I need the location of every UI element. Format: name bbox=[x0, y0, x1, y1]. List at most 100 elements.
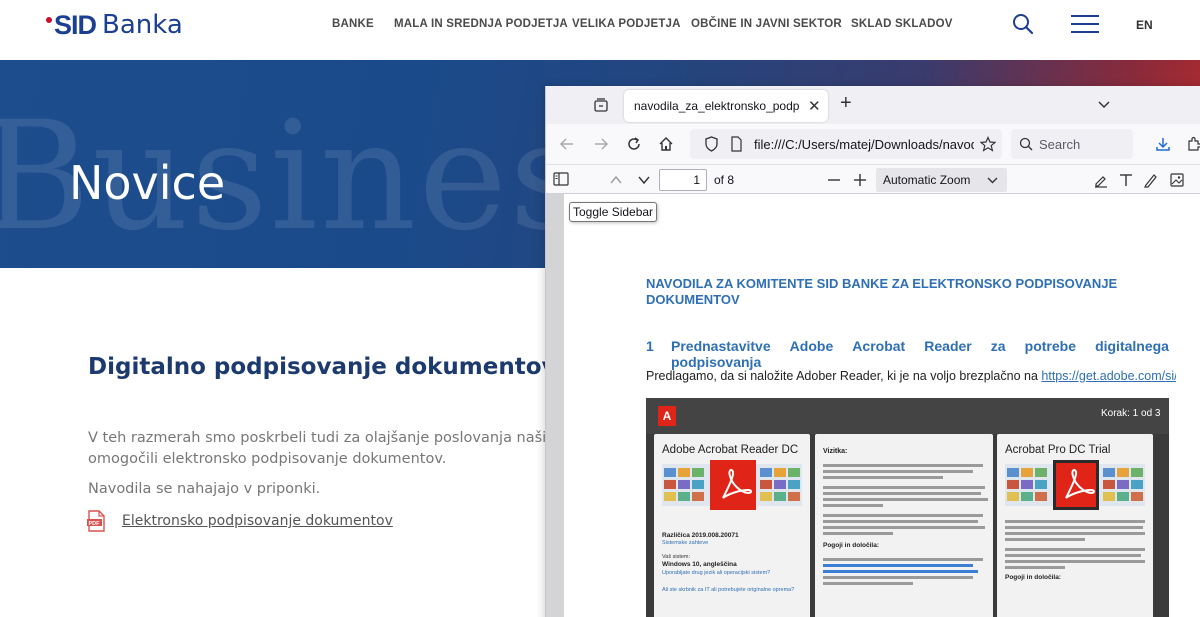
tab-pdf-document[interactable]: navodila_za_elektronsko_podpisovanje ✕ bbox=[624, 90, 828, 122]
text-link-line[interactable] bbox=[823, 564, 973, 567]
search-icon[interactable] bbox=[1012, 13, 1034, 35]
file-page-icon[interactable] bbox=[730, 136, 743, 152]
section-heading-line-1: Prednastavitve Adobe Acrobat Reader za p… bbox=[671, 338, 1169, 354]
card-version: Različica 2019.008.20071 bbox=[662, 532, 739, 539]
firefox-view-icon[interactable] bbox=[593, 97, 609, 113]
draw-tool-icon[interactable] bbox=[1143, 172, 1159, 188]
navigation-toolbar: file:///C:/Users/matej/Downloads/navodil… bbox=[546, 124, 1200, 164]
article-title: Digitalno podpisovanje dokumentov bbox=[88, 354, 557, 380]
nav-item-sklad-skladov[interactable]: SKLAD SKLADOV bbox=[851, 18, 953, 30]
card-link-other-os[interactable]: Uporabljate drug jezik ali operacijski s… bbox=[662, 570, 770, 576]
new-tab-icon[interactable]: + bbox=[840, 92, 852, 115]
logo-mark: SID bbox=[54, 9, 97, 40]
attachment-link[interactable]: Elektronsko podpisovanje dokumentov bbox=[122, 513, 393, 529]
nav-item-obcine-in-javni-sektor[interactable]: OBČINE IN JAVNI SEKTOR bbox=[691, 18, 842, 30]
zoom-value: Automatic Zoom bbox=[883, 173, 971, 187]
card-title: Vizitka: bbox=[823, 448, 848, 455]
zoom-out-icon[interactable] bbox=[827, 173, 841, 187]
search-bar[interactable]: Search bbox=[1011, 129, 1133, 159]
section-word: Adobe bbox=[789, 338, 834, 354]
pdf-paragraph: Predlagamo, da si naložite Adober Reader… bbox=[646, 369, 1176, 383]
nav-item-velika-podjetja[interactable]: VELIKA PODJETJA bbox=[572, 18, 681, 30]
article-intro-line-1: V teh razmerah smo poskrbeli tudi za ola… bbox=[88, 430, 548, 446]
next-page-icon[interactable] bbox=[637, 173, 651, 187]
paragraph-text: Predlagamo, da si naložite Adober Reader… bbox=[646, 369, 1042, 383]
text-line bbox=[823, 582, 913, 585]
screenshot-card-reader: Adobe Acrobat Reader DC Različica 2019.0… bbox=[654, 434, 810, 617]
tab-close-icon[interactable]: ✕ bbox=[808, 97, 821, 115]
screenshot-card-info: Vizitka: Pogoji in določila: bbox=[815, 434, 993, 617]
text-line bbox=[823, 492, 981, 495]
image-tool-icon[interactable] bbox=[1169, 172, 1185, 188]
list-all-tabs-icon[interactable] bbox=[1097, 97, 1111, 111]
text-line bbox=[1005, 554, 1141, 557]
card-link-it-admin[interactable]: Ali ste skrbnik za IT ali potrebujete or… bbox=[662, 587, 794, 593]
page-count: of 8 bbox=[714, 173, 735, 187]
extensions-icon[interactable] bbox=[1186, 136, 1200, 152]
back-arrow-icon[interactable] bbox=[559, 136, 575, 152]
nav-item-mala-in-srednja-podjetja[interactable]: MALA IN SREDNJA PODJETJA bbox=[394, 18, 568, 30]
card-title: Adobe Acrobat Reader DC bbox=[662, 444, 799, 456]
text-line bbox=[823, 504, 883, 507]
screenshot-header: A Korak: 1 od 3 bbox=[646, 398, 1169, 434]
article-intro-line-2: omogočili elektronsko podpisovanje dokum… bbox=[88, 451, 447, 467]
text-tool-icon[interactable] bbox=[1118, 172, 1134, 188]
page-number-input[interactable]: 1 bbox=[659, 169, 707, 191]
tab-title: navodila_za_elektronsko_podpisovanje bbox=[634, 99, 799, 113]
screenshot-step: Korak: 1 od 3 bbox=[1101, 408, 1161, 419]
card-terms-heading: Pogoji in določila: bbox=[823, 542, 879, 549]
hamburger-menu-icon[interactable] bbox=[1071, 15, 1099, 33]
forward-arrow-icon[interactable] bbox=[593, 136, 609, 152]
text-line bbox=[823, 476, 943, 479]
attachment-row[interactable]: PDF Elektronsko podpisovanje dokumentov bbox=[86, 510, 393, 532]
bookmark-star-icon[interactable] bbox=[980, 136, 996, 152]
language-switch[interactable]: EN bbox=[1136, 18, 1153, 32]
shield-icon[interactable] bbox=[704, 136, 719, 152]
svg-text:PDF: PDF bbox=[89, 521, 101, 527]
text-line bbox=[1005, 560, 1145, 563]
card-system: Windows 10, angleščina bbox=[662, 561, 737, 568]
text-line bbox=[823, 526, 985, 529]
text-line bbox=[823, 470, 973, 473]
acrobat-reader-product-image bbox=[662, 460, 802, 510]
search-bar-icon bbox=[1019, 137, 1033, 151]
highlight-pen-icon[interactable] bbox=[1093, 172, 1109, 188]
text-line bbox=[1005, 566, 1065, 569]
reload-icon[interactable] bbox=[626, 136, 642, 152]
downloads-icon[interactable] bbox=[1155, 136, 1171, 152]
zoom-select[interactable]: Automatic Zoom bbox=[876, 168, 1007, 192]
pdf-toolbar: 1 of 8 Automatic Zoom bbox=[546, 164, 1200, 194]
article-note: Navodila se nahajajo v priponki. bbox=[88, 481, 321, 497]
address-bar[interactable]: file:///C:/Users/matej/Downloads/navodil… bbox=[690, 129, 1002, 159]
card-terms-heading: Pogoji in določila: bbox=[1005, 574, 1061, 581]
text-line bbox=[823, 520, 978, 523]
text-line bbox=[1005, 526, 1143, 529]
section-word: Prednastavitve bbox=[671, 338, 771, 354]
screen: SID Banka BANKE MALA IN SREDNJA PODJETJA… bbox=[0, 0, 1200, 617]
text-line bbox=[823, 464, 983, 467]
sid-banka-logo[interactable]: SID Banka bbox=[46, 9, 183, 41]
section-word: za bbox=[990, 338, 1006, 354]
text-link-line[interactable] bbox=[823, 570, 978, 573]
zoom-in-icon[interactable] bbox=[853, 173, 867, 187]
adobe-reader-link[interactable]: https://get.adobe.com/si/reader/ bbox=[1041, 369, 1176, 383]
previous-page-icon[interactable] bbox=[609, 173, 623, 187]
text-line bbox=[823, 532, 893, 535]
tab-strip: navodila_za_elektronsko_podpisovanje ✕ + bbox=[546, 86, 1200, 124]
section-word: Reader bbox=[924, 338, 972, 354]
text-line bbox=[1005, 532, 1145, 535]
text-line bbox=[823, 498, 988, 501]
screenshot-card-pro-trial: Acrobat Pro DC Trial Pogoji in določila: bbox=[997, 434, 1153, 617]
site-header: SID Banka BANKE MALA IN SREDNJA PODJETJA… bbox=[0, 0, 1200, 60]
home-icon[interactable] bbox=[658, 136, 674, 152]
toggle-sidebar-icon[interactable] bbox=[553, 172, 569, 186]
nav-item-banke[interactable]: BANKE bbox=[332, 18, 374, 30]
url-text[interactable]: file:///C:/Users/matej/Downloads/navodil… bbox=[754, 137, 974, 152]
toggle-sidebar-tooltip: Toggle Sidebar bbox=[569, 202, 658, 222]
zoom-dropdown-chevron-icon bbox=[987, 177, 998, 184]
pdf-document-title: NAVODILA ZA KOMITENTE SID BANKE ZA ELEKT… bbox=[646, 276, 1118, 307]
card-link-requirements[interactable]: Sistemske zahteve bbox=[662, 540, 708, 546]
logo-text: Banka bbox=[102, 10, 183, 40]
adobe-download-screenshot: A Korak: 1 od 3 Adobe Acrobat Reader DC bbox=[646, 398, 1169, 617]
text-line bbox=[1005, 520, 1145, 523]
